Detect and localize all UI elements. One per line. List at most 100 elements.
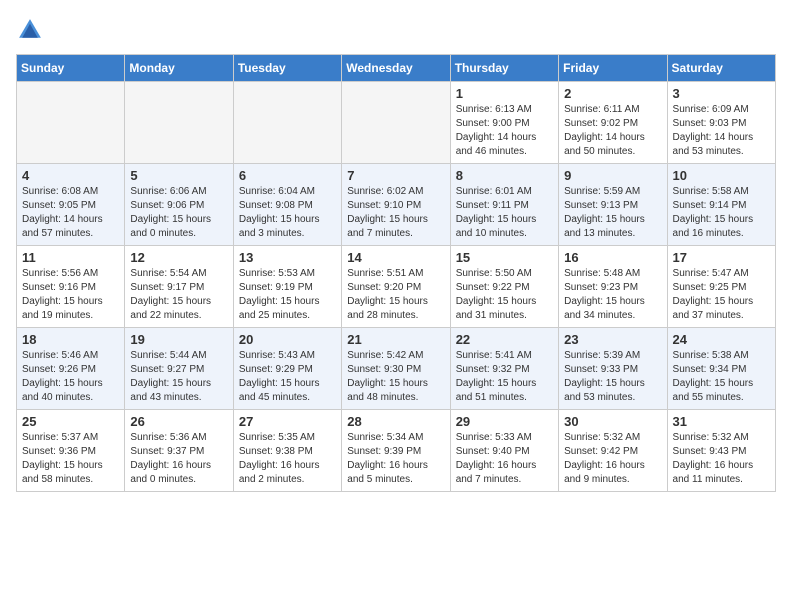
calendar-day-cell: 26Sunrise: 5:36 AM Sunset: 9:37 PM Dayli… (125, 410, 233, 492)
calendar-week-row: 11 Sunrise: 5:56 AM Sunset: 9:16 PM Dayli… (17, 246, 776, 328)
day-number: 22 (456, 332, 553, 347)
calendar-day-cell: 3 Sunrise: 6:09 AM Sunset: 9:03 PM Daylig… (667, 82, 775, 164)
day-number: 6 (239, 168, 336, 183)
day-info: Sunrise: 6:11 AM Sunset: 9:02 PM Dayligh… (564, 103, 661, 159)
day-info: Sunrise: 6:02 AM Sunset: 9:10 PM Dayligh… (347, 185, 444, 241)
day-number: 7 (347, 168, 444, 183)
calendar-week-row: 1 Sunrise: 6:13 AM Sunset: 9:00 PM Daylig… (17, 82, 776, 164)
day-info: Sunrise: 6:09 AM Sunset: 9:03 PM Dayligh… (673, 103, 770, 159)
day-info: Sunrise: 5:54 AM Sunset: 9:17 PM Dayligh… (130, 267, 227, 323)
day-number: 26 (130, 414, 227, 429)
weekday-header: Tuesday (233, 55, 341, 82)
day-number: 18 (22, 332, 119, 347)
day-number: 11 (22, 250, 119, 265)
calendar-day-cell: 21Sunrise: 5:42 AM Sunset: 9:30 PM Dayli… (342, 328, 450, 410)
calendar-day-cell: 16Sunrise: 5:48 AM Sunset: 9:23 PM Dayli… (559, 246, 667, 328)
day-number: 25 (22, 414, 119, 429)
day-number: 2 (564, 86, 661, 101)
calendar-day-cell: 1 Sunrise: 6:13 AM Sunset: 9:00 PM Daylig… (450, 82, 558, 164)
day-number: 30 (564, 414, 661, 429)
calendar-day-cell: 11 Sunrise: 5:56 AM Sunset: 9:16 PM Dayli… (17, 246, 125, 328)
day-number: 5 (130, 168, 227, 183)
weekday-header: Thursday (450, 55, 558, 82)
calendar-header: SundayMondayTuesdayWednesdayThursdayFrid… (17, 55, 776, 82)
calendar-week-row: 25Sunrise: 5:37 AM Sunset: 9:36 PM Dayli… (17, 410, 776, 492)
day-number: 12 (130, 250, 227, 265)
calendar-day-cell: 4 Sunrise: 6:08 AM Sunset: 9:05 PM Daylig… (17, 164, 125, 246)
weekday-header: Sunday (17, 55, 125, 82)
day-info: Sunrise: 5:46 AM Sunset: 9:26 PM Dayligh… (22, 349, 119, 405)
calendar-day-cell: 10 Sunrise: 5:58 AM Sunset: 9:14 PM Dayli… (667, 164, 775, 246)
day-info: Sunrise: 5:50 AM Sunset: 9:22 PM Dayligh… (456, 267, 553, 323)
calendar-day-cell: 13Sunrise: 5:53 AM Sunset: 9:19 PM Dayli… (233, 246, 341, 328)
logo (16, 16, 48, 44)
calendar-day-cell (342, 82, 450, 164)
day-info: Sunrise: 5:32 AM Sunset: 9:42 PM Dayligh… (564, 431, 661, 487)
calendar-day-cell: 14 Sunrise: 5:51 AM Sunset: 9:20 PM Dayli… (342, 246, 450, 328)
day-info: Sunrise: 6:06 AM Sunset: 9:06 PM Dayligh… (130, 185, 227, 241)
day-info: Sunrise: 5:32 AM Sunset: 9:43 PM Dayligh… (673, 431, 770, 487)
day-number: 27 (239, 414, 336, 429)
day-info: Sunrise: 6:08 AM Sunset: 9:05 PM Dayligh… (22, 185, 119, 241)
calendar-day-cell: 15 Sunrise: 5:50 AM Sunset: 9:22 PM Dayli… (450, 246, 558, 328)
day-info: Sunrise: 5:41 AM Sunset: 9:32 PM Dayligh… (456, 349, 553, 405)
calendar-day-cell (17, 82, 125, 164)
calendar-day-cell: 17 Sunrise: 5:47 AM Sunset: 9:25 PM Dayli… (667, 246, 775, 328)
day-info: Sunrise: 5:43 AM Sunset: 9:29 PM Dayligh… (239, 349, 336, 405)
calendar-day-cell: 22 Sunrise: 5:41 AM Sunset: 9:32 PM Dayli… (450, 328, 558, 410)
day-number: 14 (347, 250, 444, 265)
day-number: 19 (130, 332, 227, 347)
day-number: 28 (347, 414, 444, 429)
day-number: 4 (22, 168, 119, 183)
calendar-week-row: 18 Sunrise: 5:46 AM Sunset: 9:26 PM Dayli… (17, 328, 776, 410)
day-number: 1 (456, 86, 553, 101)
calendar-day-cell (125, 82, 233, 164)
day-info: Sunrise: 5:56 AM Sunset: 9:16 PM Dayligh… (22, 267, 119, 323)
calendar-day-cell: 24 Sunrise: 5:38 AM Sunset: 9:34 PM Dayli… (667, 328, 775, 410)
day-info: Sunrise: 5:33 AM Sunset: 9:40 PM Dayligh… (456, 431, 553, 487)
day-number: 23 (564, 332, 661, 347)
calendar-day-cell: 23Sunrise: 5:39 AM Sunset: 9:33 PM Dayli… (559, 328, 667, 410)
weekday-header: Friday (559, 55, 667, 82)
day-info: Sunrise: 5:34 AM Sunset: 9:39 PM Dayligh… (347, 431, 444, 487)
day-info: Sunrise: 5:59 AM Sunset: 9:13 PM Dayligh… (564, 185, 661, 241)
day-info: Sunrise: 5:47 AM Sunset: 9:25 PM Dayligh… (673, 267, 770, 323)
day-number: 24 (673, 332, 770, 347)
day-info: Sunrise: 6:13 AM Sunset: 9:00 PM Dayligh… (456, 103, 553, 159)
calendar-table: SundayMondayTuesdayWednesdayThursdayFrid… (16, 54, 776, 492)
day-number: 8 (456, 168, 553, 183)
day-number: 13 (239, 250, 336, 265)
day-number: 9 (564, 168, 661, 183)
calendar-day-cell: 29Sunrise: 5:33 AM Sunset: 9:40 PM Dayli… (450, 410, 558, 492)
calendar-day-cell: 20 Sunrise: 5:43 AM Sunset: 9:29 PM Dayli… (233, 328, 341, 410)
day-number: 21 (347, 332, 444, 347)
day-info: Sunrise: 5:58 AM Sunset: 9:14 PM Dayligh… (673, 185, 770, 241)
calendar-day-cell: 18 Sunrise: 5:46 AM Sunset: 9:26 PM Dayli… (17, 328, 125, 410)
day-info: Sunrise: 5:51 AM Sunset: 9:20 PM Dayligh… (347, 267, 444, 323)
calendar-day-cell: 28 Sunrise: 5:34 AM Sunset: 9:39 PM Dayli… (342, 410, 450, 492)
calendar-day-cell: 6Sunrise: 6:04 AM Sunset: 9:08 PM Daylig… (233, 164, 341, 246)
calendar-body: 1 Sunrise: 6:13 AM Sunset: 9:00 PM Daylig… (17, 82, 776, 492)
day-info: Sunrise: 6:01 AM Sunset: 9:11 PM Dayligh… (456, 185, 553, 241)
calendar-day-cell: 31 Sunrise: 5:32 AM Sunset: 9:43 PM Dayli… (667, 410, 775, 492)
day-info: Sunrise: 5:48 AM Sunset: 9:23 PM Dayligh… (564, 267, 661, 323)
calendar-day-cell: 2 Sunrise: 6:11 AM Sunset: 9:02 PM Daylig… (559, 82, 667, 164)
calendar-day-cell: 8 Sunrise: 6:01 AM Sunset: 9:11 PM Daylig… (450, 164, 558, 246)
calendar-week-row: 4 Sunrise: 6:08 AM Sunset: 9:05 PM Daylig… (17, 164, 776, 246)
calendar-day-cell: 5 Sunrise: 6:06 AM Sunset: 9:06 PM Daylig… (125, 164, 233, 246)
day-number: 31 (673, 414, 770, 429)
day-info: Sunrise: 5:38 AM Sunset: 9:34 PM Dayligh… (673, 349, 770, 405)
day-number: 3 (673, 86, 770, 101)
logo-icon (16, 16, 44, 44)
day-number: 17 (673, 250, 770, 265)
day-number: 15 (456, 250, 553, 265)
calendar-day-cell: 9 Sunrise: 5:59 AM Sunset: 9:13 PM Daylig… (559, 164, 667, 246)
calendar-day-cell: 12 Sunrise: 5:54 AM Sunset: 9:17 PM Dayli… (125, 246, 233, 328)
header-row: SundayMondayTuesdayWednesdayThursdayFrid… (17, 55, 776, 82)
calendar-day-cell: 25Sunrise: 5:37 AM Sunset: 9:36 PM Dayli… (17, 410, 125, 492)
calendar-day-cell: 30 Sunrise: 5:32 AM Sunset: 9:42 PM Dayli… (559, 410, 667, 492)
weekday-header: Saturday (667, 55, 775, 82)
day-number: 20 (239, 332, 336, 347)
page-header (16, 16, 776, 44)
day-number: 10 (673, 168, 770, 183)
